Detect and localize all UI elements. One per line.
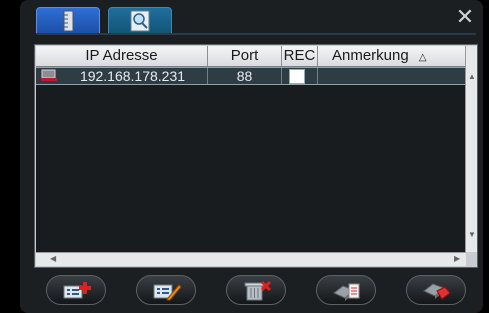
column-header-port[interactable]: Port <box>208 46 282 66</box>
vertical-scrollbar[interactable]: ▲ ▼ <box>465 46 477 252</box>
rec-checkbox[interactable] <box>289 69 305 84</box>
table-header: IP Adresse Port REC Anmerkung △ <box>36 46 466 67</box>
close-button[interactable]: ✕ <box>453 5 477 29</box>
scroll-right-icon[interactable]: ▶ <box>454 254 460 264</box>
disconnect-button[interactable] <box>406 275 466 305</box>
disconnect-icon <box>423 283 451 300</box>
delete-device-button[interactable] <box>226 275 286 305</box>
horizontal-scrollbar[interactable]: ◀ ▶ <box>36 252 466 266</box>
cell-note <box>318 68 466 84</box>
scroll-left-icon[interactable]: ◀ <box>50 254 56 264</box>
column-header-note[interactable]: Anmerkung △ <box>318 46 466 66</box>
column-header-ip[interactable]: IP Adresse <box>36 46 208 66</box>
address-list-panel: IP Adresse Port REC Anmerkung △ 192.168.… <box>34 44 478 268</box>
ruler-icon <box>63 10 74 32</box>
tab-divider <box>36 33 476 35</box>
delete-device-icon <box>244 281 271 301</box>
scroll-down-icon[interactable]: ▼ <box>468 230 476 240</box>
tab-search[interactable] <box>108 7 172 34</box>
scroll-up-icon[interactable]: ▲ <box>468 72 476 82</box>
add-device-icon <box>63 282 91 299</box>
add-device-button[interactable] <box>46 275 106 305</box>
connect-icon <box>333 283 360 301</box>
edit-device-icon <box>153 284 181 301</box>
column-header-note-label: Anmerkung <box>332 47 409 64</box>
ip-manager-window: ✕ IP Adresse Port REC Anmerkung △ 192.16… <box>20 0 483 313</box>
column-header-rec[interactable]: REC <box>282 46 318 66</box>
magnifier-icon <box>130 10 150 32</box>
address-table: IP Adresse Port REC Anmerkung △ 192.168.… <box>36 46 466 252</box>
cell-rec <box>282 68 318 84</box>
sort-ascending-icon: △ <box>418 52 427 63</box>
cell-ip: 192.168.178.231 <box>36 68 208 84</box>
table-row[interactable]: 192.168.178.231 88 <box>36 67 466 85</box>
edit-device-button[interactable] <box>136 275 196 305</box>
cell-port: 88 <box>208 68 282 84</box>
connect-button[interactable] <box>316 275 376 305</box>
tab-address-list[interactable] <box>36 7 100 34</box>
